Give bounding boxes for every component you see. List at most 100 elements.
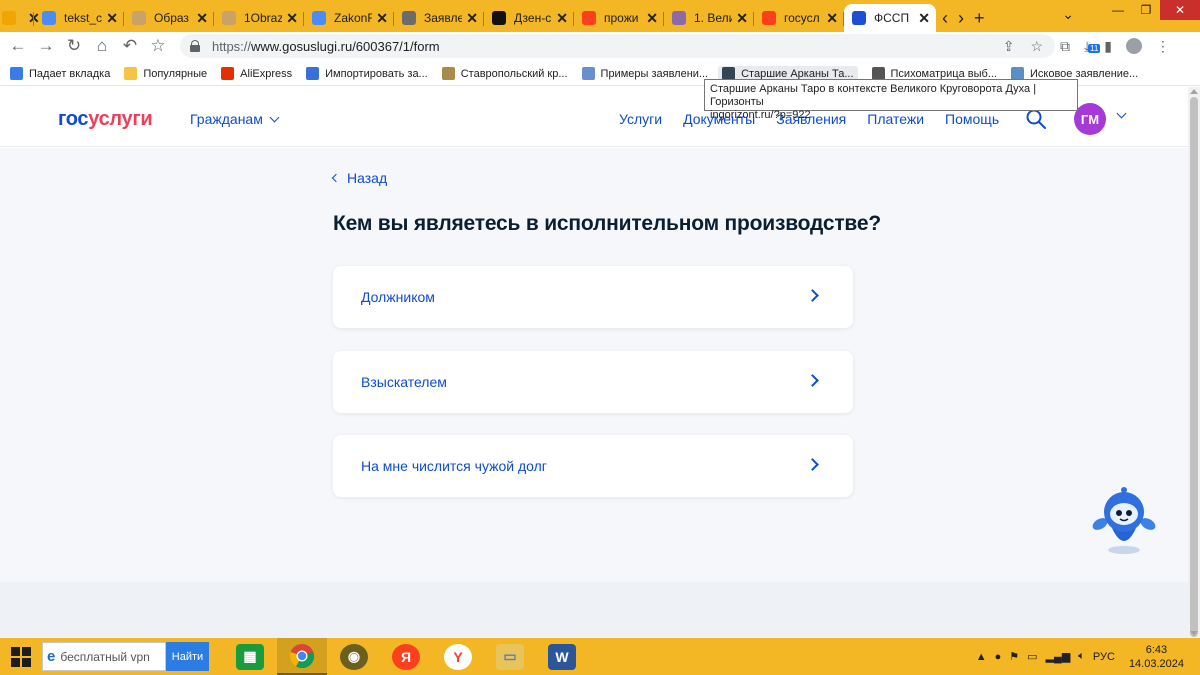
close-tab-icon[interactable]: ✕ (196, 10, 208, 27)
bookmark-item[interactable]: Падает вкладка (10, 67, 110, 80)
close-tab-icon[interactable]: ✕ (106, 10, 118, 27)
tab-search-chevron-icon[interactable]: ⌄ (1062, 6, 1074, 23)
close-tab-icon[interactable]: ✕ (826, 10, 838, 27)
new-tab-button[interactable]: + (974, 8, 985, 29)
share-icon[interactable]: ⇪ (1003, 38, 1015, 55)
chevron-right-icon (806, 374, 819, 387)
side-panel-icon[interactable]: ▮ (1104, 38, 1112, 55)
tab-4[interactable]: ZakonF ✕ (304, 4, 394, 32)
page-scrollbar[interactable] (1188, 87, 1200, 638)
star-bookmark-icon[interactable]: ☆ (144, 36, 172, 56)
docs-icon (312, 11, 326, 25)
back-arrow-icon[interactable]: ← (4, 36, 32, 56)
volume-icon[interactable]: 🔈︎ (1078, 650, 1085, 663)
taskbar-chrome[interactable] (277, 638, 327, 675)
address-bar[interactable]: https:// www.gosuslugi.ru/600367/1/form … (180, 34, 1055, 58)
extension-badge: 11 (1088, 43, 1101, 53)
home-icon[interactable]: ⌂ (88, 36, 116, 56)
bookmark-item[interactable]: Ставропольский кр... (441, 67, 568, 80)
chevron-right-icon[interactable]: › (958, 8, 964, 29)
crop-extension-icon[interactable]: ⧉ (1060, 38, 1070, 55)
yandex-browser-icon: Y (444, 643, 472, 670)
bookmark-item[interactable]: Импортировать за... (306, 67, 428, 80)
robot-assistant-icon[interactable] (1088, 484, 1160, 556)
avatar[interactable]: ГМ (1074, 103, 1106, 135)
taskbar-word[interactable]: W (537, 638, 587, 675)
minimize-button[interactable]: — (1104, 0, 1132, 20)
taskbar-eye-app[interactable]: ◉ (329, 638, 379, 675)
bookmark-label: Ставропольский кр... (460, 67, 568, 80)
tab-0[interactable]: ✕ (0, 4, 40, 32)
chevron-right-icon (806, 458, 819, 471)
profile-icon[interactable] (1125, 38, 1142, 54)
bookmark-star-icon[interactable]: ☆ (1030, 38, 1043, 55)
close-tab-icon[interactable]: ✕ (376, 10, 388, 27)
gear-icon (306, 67, 320, 80)
taskbar-explorer[interactable]: ▭ (485, 638, 535, 675)
logo-part-gos: гос (58, 108, 89, 130)
chevron-left-icon[interactable]: ‹ (942, 8, 948, 29)
download-extension-icon[interactable]: ⤓11 (1084, 38, 1101, 55)
option-claimant[interactable]: Взыскателем (333, 351, 853, 413)
url-scheme: https:// (212, 38, 252, 54)
close-tab-icon[interactable]: ✕ (918, 10, 930, 27)
undo-icon[interactable]: ↶ (116, 36, 144, 56)
close-window-button[interactable]: ✕ (1160, 0, 1200, 20)
close-tab-icon[interactable]: ✕ (736, 10, 748, 27)
taskbar-store[interactable]: ▦ (225, 638, 275, 675)
battery-icon[interactable]: ▭ (1027, 650, 1037, 663)
scroll-down-icon[interactable] (1190, 631, 1198, 636)
taskbar-yandex[interactable]: Я (381, 638, 431, 675)
nav-services[interactable]: Услуги (619, 111, 662, 127)
taskbar-yandex-browser[interactable]: Y (433, 638, 483, 675)
bookmark-item[interactable]: Популярные (124, 67, 207, 80)
tab-10[interactable]: ФССП ✕ (844, 4, 936, 32)
option-debtor[interactable]: Должником (333, 266, 853, 328)
tab-8[interactable]: 1. Вели ✕ (664, 4, 754, 32)
taskbar-search-text: бесплатный vpn (60, 649, 150, 664)
tray-app-icon[interactable]: ● (995, 651, 1002, 663)
tab-6[interactable]: Дзен-с ✕ (484, 4, 574, 32)
tab-2[interactable]: Образ ✕ (124, 4, 214, 32)
maximize-button[interactable]: ❐ (1132, 0, 1160, 20)
close-tab-icon[interactable]: ✕ (466, 10, 478, 27)
scroll-thumb[interactable] (1190, 97, 1198, 637)
close-tab-icon[interactable]: ✕ (556, 10, 568, 27)
lock-icon[interactable] (190, 40, 200, 52)
tooltip-title: Старшие Арканы Таро в контексте Великого… (710, 83, 1037, 108)
link-tooltip: Старшие Арканы Таро в контексте Великого… (704, 79, 1078, 121)
gosuslugi-logo[interactable]: госуслуги (58, 108, 153, 131)
tab-7[interactable]: прожи ✕ (574, 4, 664, 32)
profile-chevron-down-icon[interactable] (1116, 108, 1127, 119)
menu-kebab-icon[interactable]: ⋮ (1156, 38, 1170, 55)
tray-chevron-up-icon[interactable]: ▲ (976, 651, 987, 663)
yandex-icon: Я (392, 643, 420, 670)
clock-time: 6:43 (1145, 643, 1168, 656)
audience-dropdown[interactable]: Гражданам (190, 111, 280, 127)
tab-title: Дзен-с (514, 11, 552, 25)
clock[interactable]: 6:43 14.03.2024 (1129, 643, 1184, 671)
footer-band (0, 582, 1188, 638)
back-link[interactable]: Назад (331, 170, 387, 186)
tab-3[interactable]: 1Obraz ✕ (214, 4, 304, 32)
network-signal-icon[interactable]: ▂▄▆ (1046, 650, 1071, 663)
main-content: Назад Кем вы являетесь в исполнительном … (0, 148, 1188, 582)
tab-5[interactable]: Заявле ✕ (394, 4, 484, 32)
bookmark-item[interactable]: AliExpress (221, 67, 292, 80)
word-icon: W (548, 643, 576, 670)
taskbar-search-input[interactable]: e бесплатный vpn (42, 642, 166, 671)
language-indicator[interactable]: РУС (1093, 651, 1115, 663)
taskbar-find-button[interactable]: Найти (166, 642, 209, 671)
forward-arrow-icon[interactable]: → (32, 36, 60, 56)
start-button[interactable] (0, 638, 42, 675)
close-tab-icon[interactable]: ✕ (646, 10, 658, 27)
scroll-up-icon[interactable] (1190, 89, 1198, 94)
tab-scroll-controls: ‹ › + (942, 4, 985, 32)
tab-1[interactable]: tekst_c ✕ (34, 4, 124, 32)
tab-9[interactable]: госусл ✕ (754, 4, 844, 32)
bookmark-item[interactable]: Примеры заявлени... (581, 67, 708, 80)
tray-flag-icon[interactable]: ⚑ (1009, 650, 1019, 663)
option-foreign-debt[interactable]: На мне числится чужой долг (333, 435, 853, 497)
reload-icon[interactable]: ↻ (60, 36, 88, 56)
close-tab-icon[interactable]: ✕ (286, 10, 298, 27)
